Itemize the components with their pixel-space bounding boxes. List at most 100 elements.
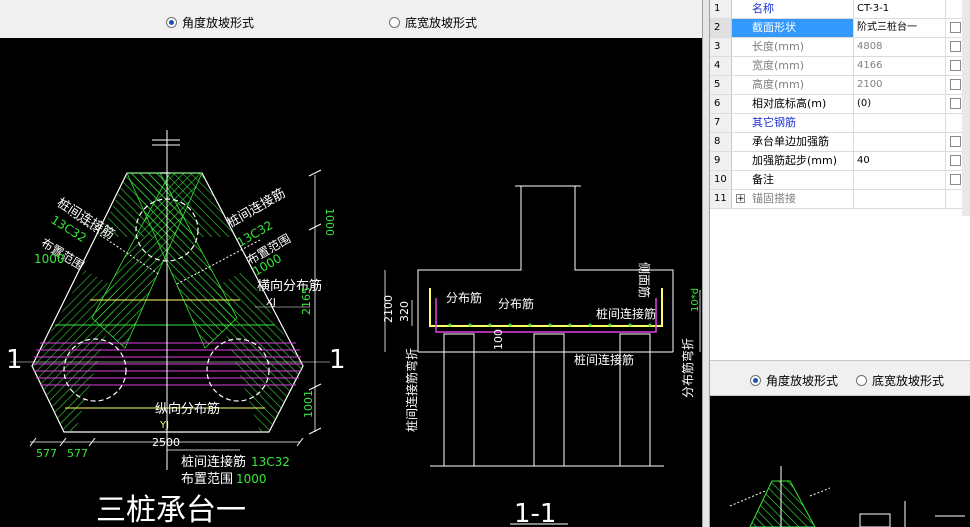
- svg-text:1001: 1001: [302, 390, 315, 418]
- property-grid-empty-area: [710, 216, 970, 360]
- property-row[interactable]: 9 加强筋起步(mm) 40: [710, 152, 970, 171]
- width-slope-radio[interactable]: 底宽放坡形式: [389, 14, 477, 31]
- svg-text:1000: 1000: [236, 472, 267, 486]
- splitter[interactable]: [702, 0, 710, 527]
- svg-text:侧面筋: 侧面筋: [637, 262, 652, 298]
- preview-angle-slope-label: 角度放坡形式: [766, 374, 839, 388]
- property-label: 截面形状: [732, 19, 854, 37]
- property-row[interactable]: 4 宽度(mm) 4166: [710, 57, 970, 76]
- svg-text:1: 1: [329, 345, 346, 375]
- svg-text:1000: 1000: [34, 252, 65, 266]
- grid-scrollbar[interactable]: [962, 0, 970, 216]
- svg-text:XJ: XJ: [266, 297, 276, 308]
- preview-slope-mode-bar: 角度放坡形式 底宽放坡形式: [710, 360, 970, 396]
- svg-text:2500: 2500: [152, 436, 180, 449]
- attribute-checkbox[interactable]: [950, 174, 961, 185]
- property-label: 其它钢筋: [732, 114, 854, 132]
- svg-text:分布筋: 分布筋: [498, 296, 534, 311]
- vertical-distribution-label: 纵向分布筋: [155, 401, 220, 417]
- svg-text:320: 320: [398, 301, 411, 322]
- row-number: 10: [710, 171, 732, 189]
- attribute-checkbox[interactable]: [950, 98, 961, 109]
- svg-text:2165: 2165: [300, 287, 313, 315]
- property-value[interactable]: [854, 171, 946, 189]
- property-value[interactable]: [854, 190, 946, 208]
- property-label: 长度(mm): [732, 38, 854, 56]
- row-number: 1: [710, 0, 732, 18]
- property-value[interactable]: 阶式三桩台一: [854, 19, 946, 37]
- svg-text:YJ: YJ: [159, 420, 169, 431]
- svg-text:577: 577: [36, 447, 57, 460]
- property-value[interactable]: 4808: [854, 38, 946, 56]
- attribute-checkbox[interactable]: [950, 41, 961, 52]
- property-row[interactable]: 11 + 锚固搭接: [710, 190, 970, 209]
- property-value[interactable]: [854, 114, 946, 132]
- radio-dot[interactable]: [856, 375, 867, 386]
- property-label: 承台单边加强筋: [732, 133, 854, 151]
- property-row[interactable]: 1 名称 CT-3-1: [710, 0, 970, 19]
- section-title: 1-1: [514, 499, 556, 527]
- attribute-checkbox[interactable]: [950, 155, 961, 166]
- property-label: 名称: [732, 0, 854, 18]
- cad-drawing-canvas[interactable]: 桩间连接筋 13C32 布置范围 1000 桩间连接筋 13C32 布置范围 1…: [0, 38, 702, 527]
- row-number: 8: [710, 133, 732, 151]
- property-row[interactable]: 7 其它钢筋: [710, 114, 970, 133]
- row-number: 3: [710, 38, 732, 56]
- property-row[interactable]: 6 相对底标高(m) (0): [710, 95, 970, 114]
- property-row[interactable]: 10 备注: [710, 171, 970, 190]
- radio-dot[interactable]: [389, 17, 400, 28]
- angle-slope-radio[interactable]: 角度放坡形式: [166, 14, 254, 31]
- bottom-link-label: 桩间连接筋: [181, 454, 246, 470]
- property-row[interactable]: 2 截面形状 阶式三桩台一: [710, 19, 970, 38]
- property-value[interactable]: 2100: [854, 76, 946, 94]
- property-label: 高度(mm): [732, 76, 854, 94]
- property-row[interactable]: 8 承台单边加强筋: [710, 133, 970, 152]
- svg-text:桩间连接筋: 桩间连接筋: [574, 352, 634, 367]
- property-value[interactable]: [854, 133, 946, 151]
- property-row[interactable]: 3 长度(mm) 4808: [710, 38, 970, 57]
- section-1-1: 2100 320 100 分布筋 分布筋 桩间连接筋 桩间连接筋 侧面筋 桩间连…: [382, 185, 701, 527]
- property-label: 加强筋起步(mm): [732, 152, 854, 170]
- row-number: 5: [710, 76, 732, 94]
- row-number: 11: [710, 190, 732, 208]
- radio-dot[interactable]: [166, 17, 177, 28]
- svg-text:桩间连接筋: 桩间连接筋: [596, 306, 656, 321]
- property-value[interactable]: 40: [854, 152, 946, 170]
- svg-text:分布筋: 分布筋: [446, 290, 482, 305]
- preview-width-slope-radio[interactable]: 底宽放坡形式: [856, 372, 944, 389]
- attribute-checkbox[interactable]: [950, 60, 961, 71]
- property-label: 锚固搭接: [732, 190, 854, 208]
- row-number: 9: [710, 152, 732, 170]
- svg-text:桩间连接筋弯折: 桩间连接筋弯折: [404, 348, 419, 432]
- svg-text:10*d: 10*d: [690, 288, 701, 312]
- property-value[interactable]: 4166: [854, 57, 946, 75]
- property-row[interactable]: 5 高度(mm) 2100: [710, 76, 970, 95]
- width-slope-label: 底宽放坡形式: [405, 16, 478, 30]
- property-label: 相对底标高(m): [732, 95, 854, 113]
- attribute-checkbox[interactable]: [950, 22, 961, 33]
- svg-text:2100: 2100: [382, 295, 395, 323]
- preview-width-slope-label: 底宽放坡形式: [872, 374, 945, 388]
- slope-mode-bar: 角度放坡形式 底宽放坡形式: [0, 0, 702, 39]
- attribute-checkbox[interactable]: [950, 136, 961, 147]
- row-number: 7: [710, 114, 732, 132]
- property-label: 备注: [732, 171, 854, 189]
- preview-canvas[interactable]: [710, 396, 970, 527]
- cad-drawing: 桩间连接筋 13C32 布置范围 1000 桩间连接筋 13C32 布置范围 1…: [6, 130, 701, 527]
- row-number: 4: [710, 57, 732, 75]
- preview-drawing: [729, 466, 965, 527]
- property-label: 宽度(mm): [732, 57, 854, 75]
- svg-text:13C32: 13C32: [251, 455, 290, 469]
- radio-dot[interactable]: [750, 375, 761, 386]
- svg-text:100: 100: [492, 329, 505, 350]
- preview-angle-slope-radio[interactable]: 角度放坡形式: [750, 372, 838, 389]
- property-value[interactable]: CT-3-1: [854, 0, 946, 18]
- svg-text:1: 1: [6, 345, 23, 375]
- svg-text:577: 577: [67, 447, 88, 460]
- row-number: 6: [710, 95, 732, 113]
- angle-slope-label: 角度放坡形式: [182, 16, 255, 30]
- plan-title: 三桩承台一: [96, 493, 246, 527]
- property-value[interactable]: (0): [854, 95, 946, 113]
- svg-text:1000: 1000: [323, 208, 336, 236]
- attribute-checkbox[interactable]: [950, 79, 961, 90]
